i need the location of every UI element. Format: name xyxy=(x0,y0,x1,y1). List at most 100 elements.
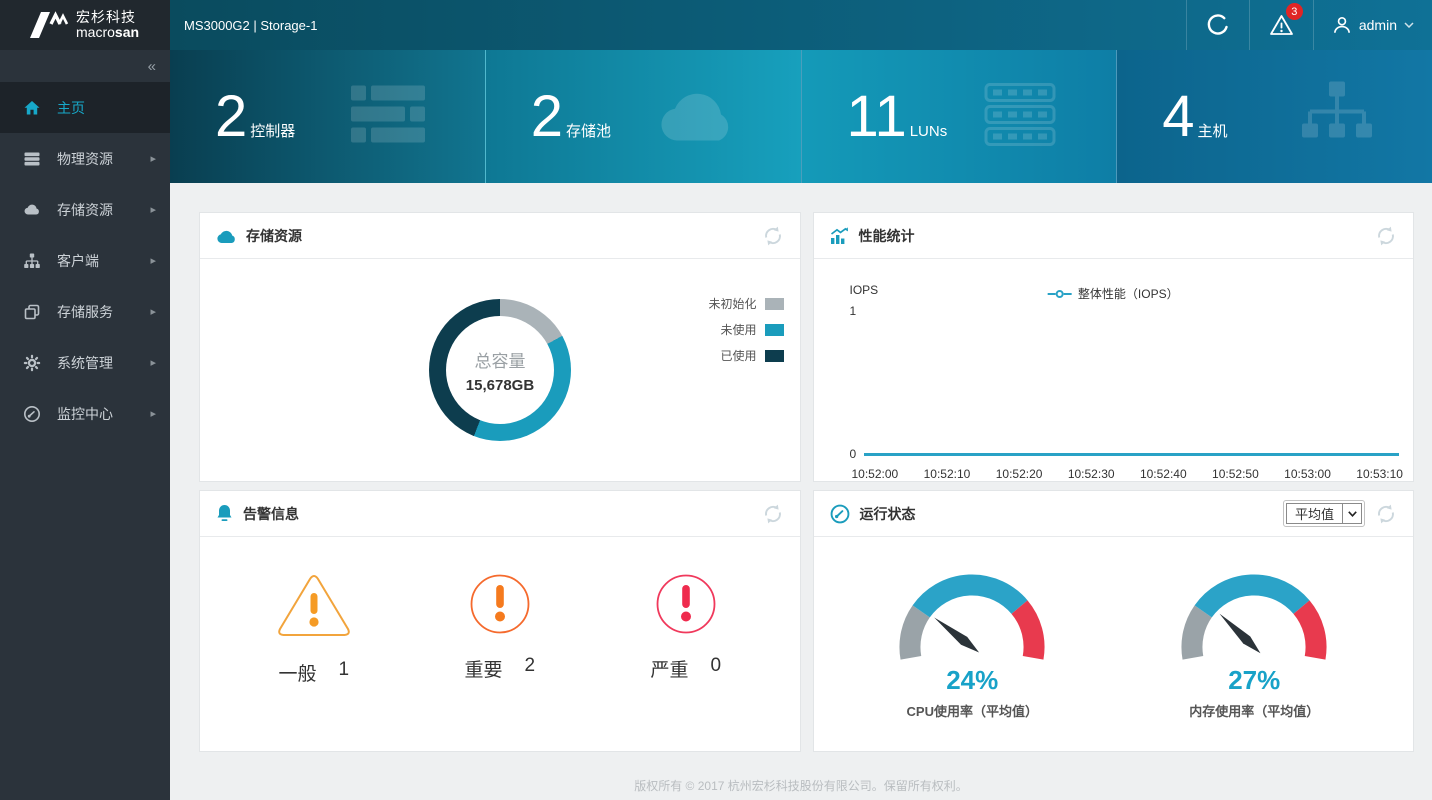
major-circle-icon xyxy=(469,573,531,635)
stat-tile-controllers[interactable]: 2控制器 xyxy=(170,50,485,183)
sidebar-item-clients[interactable]: 客户端 ▸ xyxy=(0,235,170,286)
cloud-icon xyxy=(216,228,236,244)
aggregation-select[interactable]: 平均值 xyxy=(1283,500,1365,527)
gauge-label: CPU使用率（平均值） xyxy=(907,701,1038,720)
refresh-spinner-button[interactable] xyxy=(1186,0,1249,50)
cpu-gauge: 24% CPU使用率（平均值） xyxy=(891,563,1053,720)
donut-center-value: 15,678GB xyxy=(466,377,534,394)
sidebar-item-label: 监控中心 xyxy=(57,404,113,424)
logo-en-light: macro xyxy=(76,24,115,40)
sidebar: « 主页 物理资源 ▸ 存储资源 ▸ 客户端 ▸ xyxy=(0,50,170,800)
header-actions: 3 admin xyxy=(1186,0,1432,50)
sidebar-item-home[interactable]: 主页 xyxy=(0,82,170,133)
network-tree-icon xyxy=(22,251,42,271)
gauge-needle xyxy=(1216,610,1264,657)
cloud-icon xyxy=(655,84,741,149)
gauge-circle-icon xyxy=(22,404,42,424)
stat-tile-hosts[interactable]: 4主机 xyxy=(1116,50,1432,183)
refresh-icon[interactable] xyxy=(762,503,784,525)
stat-value: 2 xyxy=(531,88,563,146)
alarm-count-badge[interactable]: 3 xyxy=(1286,3,1303,20)
refresh-icon[interactable] xyxy=(1375,503,1397,525)
stat-tile-storage-pools[interactable]: 2存储池 xyxy=(485,50,801,183)
alarm-major[interactable]: 重要2 xyxy=(457,573,543,686)
sidebar-item-storage-services[interactable]: 存储服务 ▸ xyxy=(0,286,170,337)
user-menu[interactable]: admin xyxy=(1313,0,1432,50)
logo-en-bold: san xyxy=(115,24,139,40)
x-tick: 10:52:40 xyxy=(1140,467,1187,481)
alarms-panel: 告警信息 一般 1 xyxy=(199,490,801,752)
sidebar-item-label: 存储服务 xyxy=(57,302,113,322)
chevron-right-icon: ▸ xyxy=(150,407,156,420)
sidebar-item-label: 存储资源 xyxy=(57,200,113,220)
select-value: 平均值 xyxy=(1287,504,1342,523)
y-axis-max: 1 xyxy=(850,304,1404,318)
series-name: 整体性能（IOPS） xyxy=(1078,285,1179,302)
memory-gauge: 27% 内存使用率（平均值） xyxy=(1173,563,1335,720)
performance-panel: 性能统计 IOPS 1 整体性能（IOPS） xyxy=(813,212,1415,482)
alarm-warning[interactable]: 一般 1 xyxy=(271,573,357,686)
panel-title: 性能统计 xyxy=(859,226,915,246)
x-tick: 10:53:10 xyxy=(1356,467,1403,481)
memory-gauge-chart xyxy=(1173,563,1335,663)
panel-title: 存储资源 xyxy=(246,226,302,246)
legend-item: 未使用 xyxy=(708,321,783,338)
legend-swatch xyxy=(765,324,784,336)
gauges-area: 24% CPU使用率（平均值） 27% 内存使用率（平均值） xyxy=(814,537,1414,751)
iops-series-line xyxy=(864,453,1400,456)
app-logo[interactable]: 宏杉科技 macrosan xyxy=(0,0,170,50)
legend-item: 已使用 xyxy=(708,347,783,364)
stat-label: 控制器 xyxy=(250,120,295,141)
running-status-panel: 运行状态 平均值 xyxy=(813,490,1415,752)
y-axis-min: 0 xyxy=(850,447,864,461)
copy-windows-icon xyxy=(22,302,42,322)
x-tick: 10:52:30 xyxy=(1068,467,1115,481)
alarm-bell-button[interactable]: 3 xyxy=(1249,0,1313,50)
donut-center-label: 总容量 xyxy=(475,347,526,372)
alarm-critical[interactable]: 严重0 xyxy=(643,573,729,686)
x-axis-ticks: 10:52:00 10:52:10 10:52:20 10:52:30 10:5… xyxy=(852,467,1404,481)
chevron-right-icon: ▸ xyxy=(150,254,156,267)
user-icon xyxy=(1332,15,1352,35)
refresh-icon[interactable] xyxy=(1375,225,1397,247)
legend-label: 已使用 xyxy=(720,347,756,364)
refresh-icon[interactable] xyxy=(762,225,784,247)
dashboard-gauge-icon xyxy=(830,504,850,524)
stat-label: 存储池 xyxy=(566,120,611,141)
sidebar-item-system-management[interactable]: 系统管理 ▸ xyxy=(0,337,170,388)
sidebar-item-storage-resources[interactable]: 存储资源 ▸ xyxy=(0,184,170,235)
sidebar-item-physical-resources[interactable]: 物理资源 ▸ xyxy=(0,133,170,184)
host-tree-icon xyxy=(1302,81,1372,152)
home-icon xyxy=(22,98,42,118)
logo-text: 宏杉科技 macrosan xyxy=(76,10,139,39)
alarm-label: 重要 xyxy=(464,655,502,682)
main-content: 2控制器 2存储池 11LUNs xyxy=(170,50,1432,800)
sidebar-collapse-button[interactable]: « xyxy=(0,50,170,82)
alarm-count: 1 xyxy=(338,659,349,686)
stats-band: 2控制器 2存储池 11LUNs xyxy=(170,50,1432,183)
stat-tile-luns[interactable]: 11LUNs xyxy=(801,50,1117,183)
macrosan-logo-icon xyxy=(28,8,70,42)
chart-legend[interactable]: 整体性能（IOPS） xyxy=(1048,285,1179,302)
bell-icon xyxy=(216,504,233,523)
panel-header: 告警信息 xyxy=(200,491,800,537)
alarm-label: 严重 xyxy=(650,655,688,682)
gauge-value: 24% xyxy=(946,665,998,696)
panel-title: 告警信息 xyxy=(243,504,299,524)
copyright-footer: 版权所有 © 2017 杭州宏杉科技股份有限公司。保留所有权利。 xyxy=(170,777,1432,794)
chevron-right-icon: ▸ xyxy=(150,203,156,216)
chevron-right-icon: ▸ xyxy=(150,305,156,318)
sidebar-nav: 主页 物理资源 ▸ 存储资源 ▸ 客户端 ▸ 存储服 xyxy=(0,82,170,439)
x-tick: 10:53:00 xyxy=(1284,467,1331,481)
performance-chart-area: IOPS 1 整体性能（IOPS） 0 10:52:00 10:52:10 xyxy=(814,259,1414,481)
stat-value: 11 xyxy=(847,88,907,146)
top-header: 宏杉科技 macrosan MS3000G2 | Storage-1 3 xyxy=(0,0,1432,50)
sidebar-item-monitoring-center[interactable]: 监控中心 ▸ xyxy=(0,388,170,439)
sidebar-item-label: 系统管理 xyxy=(57,353,113,373)
legend-swatch xyxy=(765,350,784,362)
panel-title: 运行状态 xyxy=(860,504,916,524)
cloud-icon xyxy=(22,200,42,220)
server-icon xyxy=(22,149,42,169)
alarm-label: 一般 xyxy=(278,659,316,686)
storage-resources-panel: 存储资源 总容量 15,678GB 未初始化 未使用 已使用 xyxy=(199,212,801,482)
